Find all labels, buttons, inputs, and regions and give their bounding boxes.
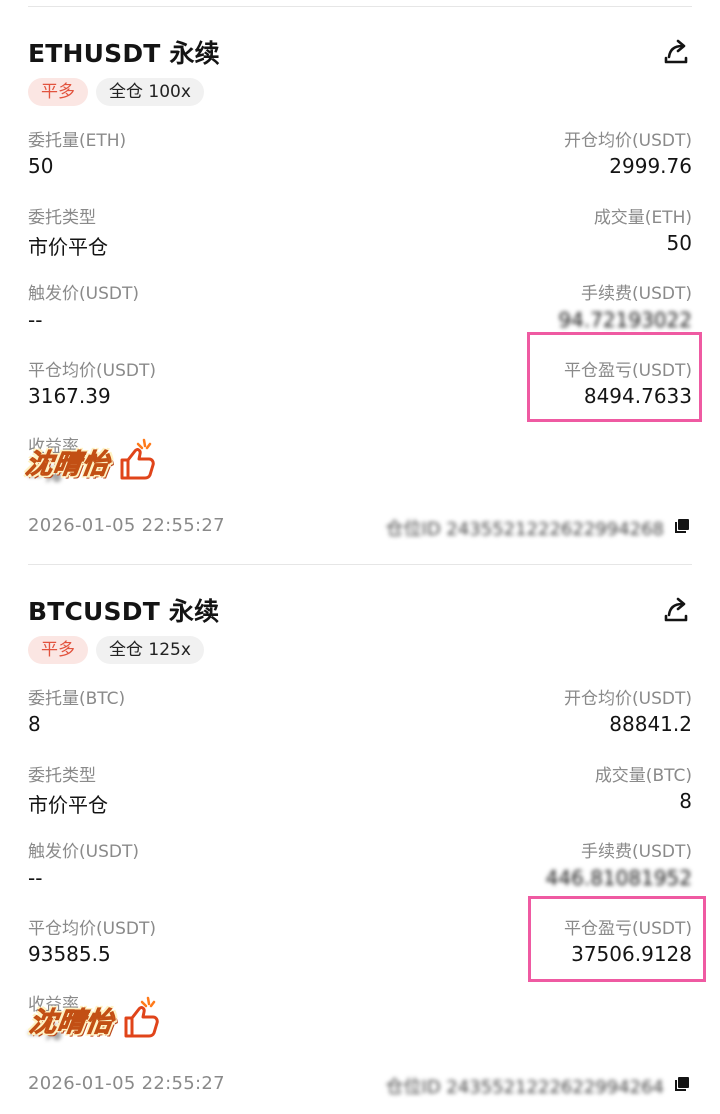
fee-value: 446.81081952 <box>545 866 692 890</box>
tag-row: 平多 全仓 125x <box>28 636 204 664</box>
order-qty-value: 8 <box>28 712 41 736</box>
card-divider <box>28 564 692 565</box>
contract-title: BTCUSDT 永续 <box>28 597 220 626</box>
watermark-stamp: 沈晴怡 <box>27 996 164 1042</box>
share-icon[interactable] <box>662 596 690 624</box>
thumbs-up-icon <box>120 438 155 480</box>
top-divider <box>28 6 692 7</box>
order-qty-value: 50 <box>28 154 54 178</box>
filled-label: 成交量(ETH) <box>593 208 692 228</box>
tag-row: 平多 全仓 100x <box>28 78 204 106</box>
margin-mode-tag: 全仓 100x <box>96 78 204 106</box>
order-time: 2026-01-05 22:55:27 <box>28 515 225 536</box>
order-qty-label: 委托量(BTC) <box>28 689 126 709</box>
order-qty-label: 委托量(ETH) <box>28 131 127 151</box>
order-card-eth[interactable]: ETHUSDT 永续 平多 全仓 100x 委托量(ETH) 50 开仓均价(U… <box>0 34 720 554</box>
contract-title: ETHUSDT 永续 <box>28 39 220 68</box>
order-type-value: 市价平仓 <box>28 235 108 259</box>
watermark-stamp: 沈晴怡 <box>23 438 160 484</box>
thumbs-up-icon <box>124 996 159 1038</box>
filled-value: 50 <box>666 231 692 255</box>
side-tag: 平多 <box>28 636 88 664</box>
trigger-label: 触发价(USDT) <box>28 842 139 862</box>
fee-value: 94.72193022 <box>558 308 692 332</box>
filled-value: 8 <box>679 789 692 813</box>
trigger-value: -- <box>28 866 43 890</box>
close-avg-value: 3167.39 <box>28 384 111 408</box>
open-avg-label: 开仓均价(USDT) <box>564 131 692 151</box>
fee-label: 手续费(USDT) <box>581 284 692 304</box>
trigger-value: -- <box>28 308 43 332</box>
order-type-value: 市价平仓 <box>28 793 108 817</box>
copy-icon[interactable] <box>674 518 690 534</box>
order-time: 2026-01-05 22:55:27 <box>28 1073 225 1094</box>
share-icon[interactable] <box>662 38 690 66</box>
open-avg-label: 开仓均价(USDT) <box>564 689 692 709</box>
trigger-label: 触发价(USDT) <box>28 284 139 304</box>
close-avg-label: 平仓均价(USDT) <box>28 919 156 939</box>
watermark-text: 沈晴怡 <box>23 448 112 480</box>
fee-label: 手续费(USDT) <box>581 842 692 862</box>
pnl-highlight-box <box>528 896 706 982</box>
position-id: 仓位ID 2435521222622994264 <box>385 1077 664 1098</box>
open-avg-value: 88841.2 <box>609 712 692 736</box>
position-id: 仓位ID 2435521222622994268 <box>385 519 664 540</box>
side-tag: 平多 <box>28 78 88 106</box>
order-card-btc[interactable]: BTCUSDT 永续 平多 全仓 125x 委托量(BTC) 8 开仓均价(US… <box>0 592 720 1112</box>
order-type-label: 委托类型 <box>28 766 96 786</box>
watermark-text: 沈晴怡 <box>27 1006 116 1038</box>
margin-mode-tag: 全仓 125x <box>96 636 204 664</box>
order-type-label: 委托类型 <box>28 208 96 228</box>
close-avg-label: 平仓均价(USDT) <box>28 361 156 381</box>
pnl-highlight-box <box>527 332 702 422</box>
close-avg-value: 93585.5 <box>28 942 111 966</box>
copy-icon[interactable] <box>674 1076 690 1092</box>
filled-label: 成交量(BTC) <box>594 766 692 786</box>
open-avg-value: 2999.76 <box>609 154 692 178</box>
